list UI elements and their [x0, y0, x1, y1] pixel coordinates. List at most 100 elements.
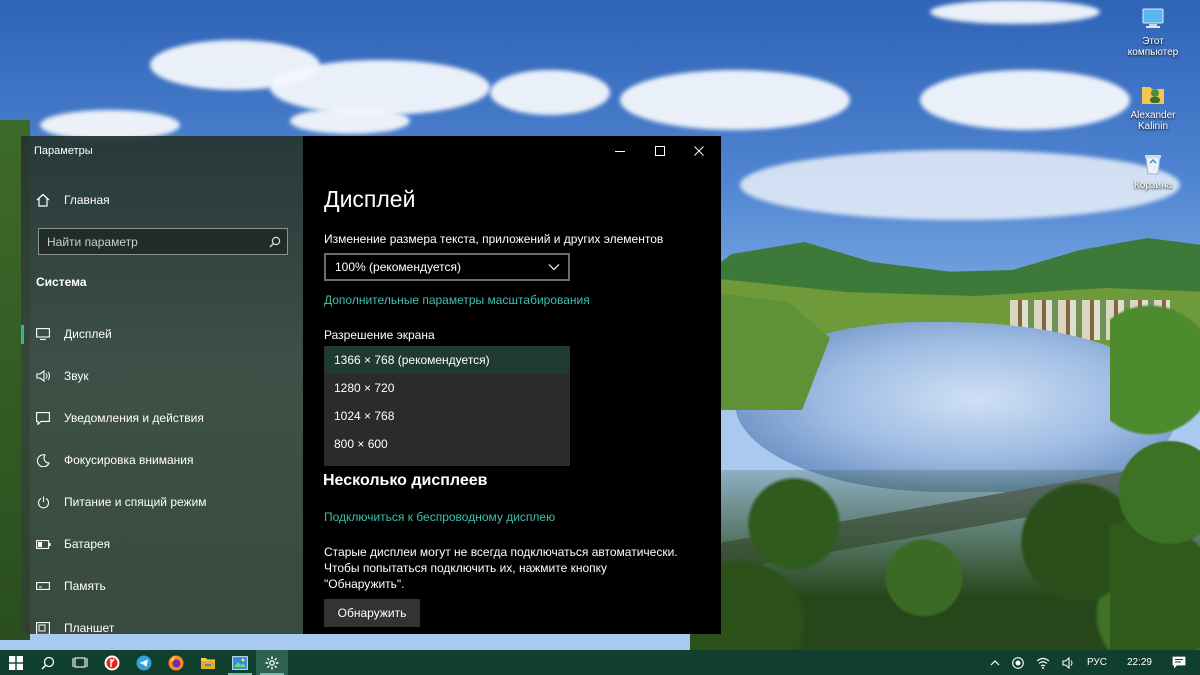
- settings-window: Параметры Главная Система Дисплей Звук: [21, 136, 721, 634]
- cloud: [490, 70, 610, 115]
- detect-description-line: Чтобы попытаться подключить их, нажмите …: [324, 561, 608, 575]
- desktop-icon-recycle-bin[interactable]: Корзина: [1118, 152, 1188, 191]
- monitor-icon: [35, 326, 51, 342]
- taskbar-app-explorer[interactable]: [192, 650, 224, 675]
- desktop-icon-label: Корзина: [1133, 180, 1173, 191]
- tray-volume-button[interactable]: [1062, 656, 1075, 669]
- task-view-button[interactable]: [64, 650, 96, 675]
- sidebar-item-tablet[interactable]: Планшет: [21, 611, 303, 634]
- notification-icon: [35, 410, 51, 426]
- taskbar-search-button[interactable]: [32, 650, 64, 675]
- start-button[interactable]: [0, 650, 32, 675]
- resolution-option[interactable]: 1024 × 768: [324, 402, 570, 430]
- taskbar-app-image-viewer[interactable]: [224, 650, 256, 675]
- search-icon[interactable]: [263, 236, 287, 248]
- resolution-option[interactable]: 800 × 600: [324, 430, 570, 458]
- sidebar-section-title: Система: [36, 275, 87, 289]
- system-tray: РУС 22:29: [984, 650, 1200, 675]
- page-title: Дисплей: [324, 186, 416, 212]
- maximize-button[interactable]: [638, 136, 682, 166]
- resolution-option[interactable]: 1280 × 720: [324, 374, 570, 402]
- sidebar-item-home[interactable]: Главная: [21, 183, 303, 217]
- speaker-icon: [35, 368, 51, 384]
- sidebar-item-label: Главная: [64, 193, 110, 207]
- search-input[interactable]: [47, 234, 263, 249]
- vines: [1110, 300, 1200, 650]
- scale-label: Изменение размера текста, приложений и д…: [324, 232, 664, 246]
- sidebar-item-notifications[interactable]: Уведомления и действия: [21, 401, 303, 435]
- taskbar-app-yandex[interactable]: [96, 650, 128, 675]
- sidebar-item-label: Дисплей: [64, 327, 112, 341]
- sidebar-item-sound[interactable]: Звук: [21, 359, 303, 393]
- desktop-icon-this-pc[interactable]: Этот компьютер: [1118, 6, 1188, 58]
- cloud: [930, 0, 1100, 24]
- sidebar-item-display[interactable]: Дисплей: [21, 317, 303, 351]
- telegram-icon: [136, 655, 152, 670]
- wireless-display-link[interactable]: Подключиться к беспроводному дисплею: [324, 510, 555, 524]
- tray-record-button[interactable]: [1012, 656, 1024, 669]
- resolution-option[interactable]: 1366 × 768 (рекомендуется): [324, 346, 570, 374]
- desktop-icon-label: компьютер: [1127, 47, 1179, 58]
- sidebar-item-power[interactable]: Питание и спящий режим: [21, 485, 303, 519]
- sidebar-item-label: Планшет: [64, 621, 115, 634]
- sidebar-item-label: Уведомления и действия: [64, 411, 204, 425]
- desktop-icon-user-folder[interactable]: Alexander Kalinin: [1118, 82, 1188, 132]
- resolution-label: Разрешение экрана: [324, 328, 435, 342]
- action-center-button[interactable]: [1172, 656, 1186, 669]
- search-icon: [41, 656, 55, 670]
- desktop-icon-label: Этот: [1142, 36, 1164, 47]
- home-icon: [35, 192, 51, 208]
- advanced-scaling-link[interactable]: Дополнительные параметры масштабирования: [324, 293, 590, 307]
- sidebar-item-label: Память: [64, 579, 106, 593]
- sidebar-item-battery[interactable]: Батарея: [21, 527, 303, 561]
- taskbar-app-firefox[interactable]: [160, 650, 192, 675]
- desktop-icon-label: Kalinin: [1137, 121, 1169, 132]
- moon-icon: [35, 452, 51, 468]
- chevron-down-icon: [548, 264, 560, 271]
- tray-chevron-button[interactable]: [990, 659, 1000, 666]
- user-folder-icon: [1142, 87, 1164, 104]
- file-explorer-icon: [201, 657, 215, 669]
- settings-gear-icon: [265, 656, 279, 669]
- settings-content: Дисплей Изменение размера текста, прилож…: [303, 136, 721, 634]
- close-icon: [694, 146, 704, 156]
- sidebar-item-label: Фокусировка внимания: [64, 453, 194, 467]
- minimize-button[interactable]: [598, 136, 642, 166]
- settings-sidebar: Параметры Главная Система Дисплей Звук: [21, 136, 303, 634]
- cloud: [920, 70, 1130, 130]
- detect-description-line: Старые дисплеи могут не всегда подключат…: [324, 545, 678, 559]
- taskbar: РУС 22:29: [0, 650, 1200, 675]
- taskbar-app-settings[interactable]: [256, 650, 288, 675]
- taskbar-app-telegram[interactable]: [128, 650, 160, 675]
- power-icon: [35, 494, 51, 510]
- windows-start-icon: [9, 655, 23, 670]
- maximize-icon: [655, 146, 665, 156]
- sidebar-item-label: Батарея: [64, 537, 111, 551]
- cloud: [270, 60, 490, 115]
- close-button[interactable]: [677, 136, 721, 166]
- scale-dropdown[interactable]: 100% (рекомендуется): [324, 253, 570, 281]
- sidebar-item-focus-assist[interactable]: Фокусировка внимания: [21, 443, 303, 477]
- image-viewer-icon: [232, 655, 248, 670]
- sidebar-item-label: Питание и спящий режим: [64, 495, 207, 509]
- tablet-icon: [35, 620, 51, 634]
- firefox-icon: [168, 655, 184, 670]
- detect-description: Старые дисплеи могут не всегда подключат…: [324, 544, 714, 592]
- storage-icon: [35, 578, 51, 594]
- detect-description-line: "Обнаружить".: [324, 577, 405, 591]
- clock[interactable]: 22:29: [1127, 657, 1152, 668]
- recycle-bin-icon: [1145, 155, 1161, 175]
- cloud: [620, 70, 850, 130]
- multiple-displays-heading: Несколько дисплеев: [323, 472, 488, 489]
- tray-network-button[interactable]: [1036, 657, 1050, 669]
- sidebar-item-storage[interactable]: Память: [21, 569, 303, 603]
- language-indicator[interactable]: РУС: [1087, 657, 1107, 668]
- detect-button[interactable]: Обнаружить: [324, 599, 420, 627]
- speaker-icon: [1062, 656, 1073, 669]
- minimize-icon: [615, 151, 625, 152]
- cloud: [290, 108, 410, 134]
- notification-icon: [1172, 656, 1186, 669]
- chevron-up-icon: [990, 659, 1000, 665]
- resolution-dropdown-list: 1366 × 768 (рекомендуется) 1280 × 720 10…: [324, 346, 570, 466]
- search-box[interactable]: [38, 228, 288, 255]
